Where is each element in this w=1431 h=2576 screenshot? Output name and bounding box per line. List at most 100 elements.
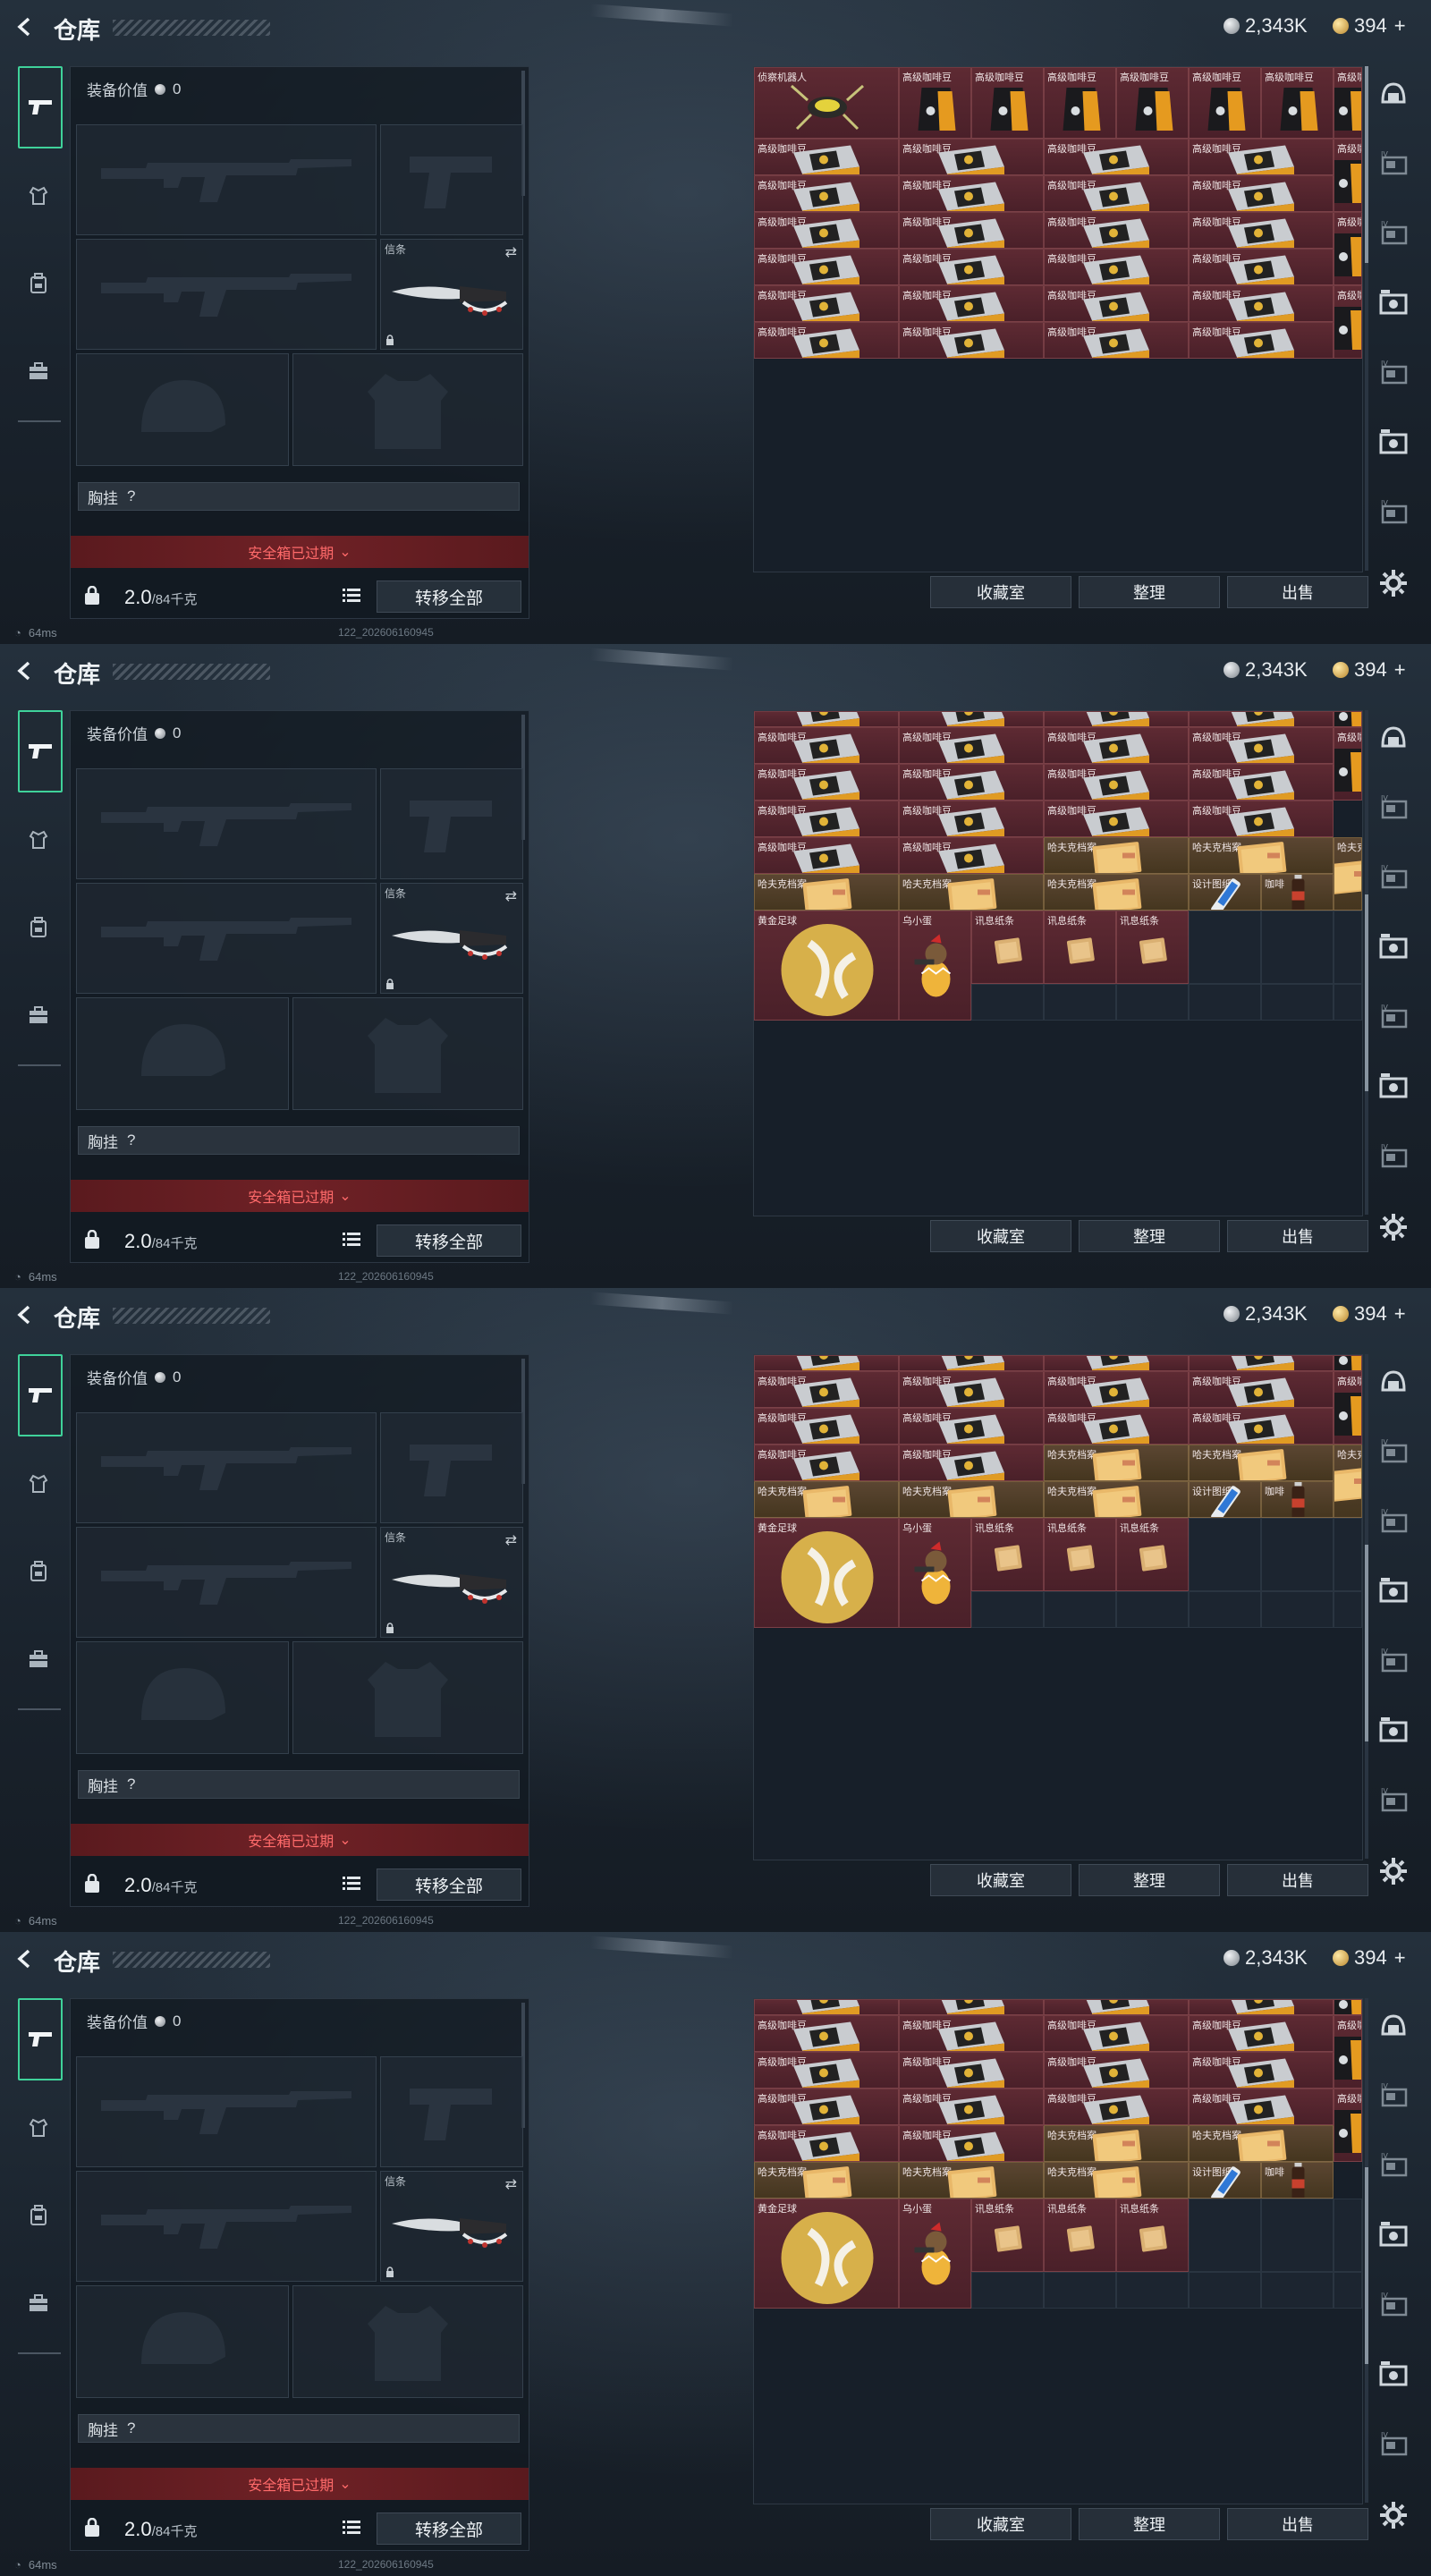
scroll-thumb[interactable] xyxy=(1365,894,1368,1091)
knife-slot[interactable]: 信条 ⇄ xyxy=(380,239,523,350)
inventory-item[interactable]: 哈夫克档案 xyxy=(754,874,899,911)
add-currency-icon[interactable]: + xyxy=(1394,658,1406,682)
inventory-item[interactable] xyxy=(1044,711,1189,727)
inventory-item[interactable]: 高级咖啡豆 xyxy=(899,2052,1044,2089)
inventory-item[interactable]: 高级咖啡豆 xyxy=(1189,67,1261,139)
inventory-item[interactable]: 乌小蛋 xyxy=(899,911,971,1021)
tab-backpack[interactable] xyxy=(18,263,59,304)
empty-slot[interactable] xyxy=(971,984,1044,1021)
list-icon[interactable] xyxy=(343,2520,360,2536)
inventory-item[interactable]: 高级咖啡豆 xyxy=(1189,1371,1334,1408)
tab-backpack[interactable] xyxy=(18,2195,59,2236)
inventory-item[interactable]: 高级咖啡豆 xyxy=(1334,212,1362,285)
inventory-item[interactable] xyxy=(1044,1355,1189,1371)
inventory-item[interactable]: 高级咖啡豆 xyxy=(1189,285,1334,322)
inventory-item[interactable]: 高级咖啡豆 xyxy=(899,2089,1044,2125)
inventory-item[interactable]: 高级咖啡豆 xyxy=(899,2015,1044,2052)
pistol-slot[interactable] xyxy=(380,1412,523,1523)
empty-slot[interactable] xyxy=(1189,2272,1261,2309)
tab-armor[interactable] xyxy=(18,175,59,216)
help-icon[interactable]: ? xyxy=(127,1131,135,1149)
rail-tv-icon[interactable]: IV xyxy=(1376,147,1411,179)
sort-button[interactable]: 整理 xyxy=(1079,2508,1220,2540)
empty-slot[interactable] xyxy=(1261,1518,1334,1591)
tab-armor[interactable] xyxy=(18,1463,59,1504)
swap-icon[interactable]: ⇄ xyxy=(505,243,517,261)
empty-slot[interactable] xyxy=(1044,1591,1116,1628)
inventory-item[interactable] xyxy=(1044,1999,1189,2015)
inventory-item[interactable]: 哈夫克档案 xyxy=(1044,1445,1189,1481)
inventory-item[interactable] xyxy=(1189,711,1334,727)
inventory-item[interactable]: 高级咖啡豆 xyxy=(1189,175,1334,212)
rail-tv-icon[interactable]: IV xyxy=(1376,2288,1411,2320)
collection-button[interactable]: 收藏室 xyxy=(930,1220,1071,1252)
warehouse-scrollbar[interactable] xyxy=(1365,1998,1368,2503)
warehouse-scrollbar[interactable] xyxy=(1365,66,1368,571)
tab-pistol[interactable] xyxy=(18,1998,63,2080)
inventory-item[interactable]: 高级咖啡豆 xyxy=(1334,1371,1362,1445)
scroll-thumb[interactable] xyxy=(1365,1545,1368,1741)
inventory-item[interactable]: 高级咖啡豆 xyxy=(754,801,899,837)
inventory-item[interactable]: 高级咖啡豆 xyxy=(1044,67,1116,139)
transfer-all-button[interactable]: 转移全部 xyxy=(377,580,521,613)
rail-camera-icon[interactable] xyxy=(1376,2358,1411,2390)
sell-button[interactable]: 出售 xyxy=(1227,2508,1368,2540)
inventory-item[interactable]: 哈夫克档案 xyxy=(1044,874,1189,911)
inventory-item[interactable]: 讯息纸条 xyxy=(1116,1518,1189,1591)
tab-briefcase[interactable] xyxy=(18,2283,59,2324)
empty-slot[interactable] xyxy=(1189,984,1261,1021)
transfer-all-button[interactable]: 转移全部 xyxy=(377,1224,521,1257)
inventory-item[interactable]: 高级咖啡豆 xyxy=(1044,212,1189,249)
inventory-item[interactable]: 哈夫克档案 xyxy=(754,1481,899,1518)
back-arrow-icon[interactable] xyxy=(13,1302,39,1329)
pistol-slot[interactable] xyxy=(380,2056,523,2167)
inventory-item[interactable]: 高级咖啡豆 xyxy=(1044,1408,1189,1445)
empty-slot[interactable] xyxy=(1334,911,1362,984)
collection-button[interactable]: 收藏室 xyxy=(930,1864,1071,1896)
empty-slot[interactable] xyxy=(1334,2199,1362,2272)
inventory-item[interactable]: 高级咖啡豆 xyxy=(1334,139,1362,212)
inventory-item[interactable]: 高级咖啡豆 xyxy=(899,212,1044,249)
inventory-item[interactable]: 乌小蛋 xyxy=(899,1518,971,1628)
chest-rig-row[interactable]: 胸挂 ? xyxy=(78,2414,520,2443)
empty-slot[interactable] xyxy=(1189,1591,1261,1628)
inventory-item[interactable]: 高级咖啡豆 xyxy=(899,1408,1044,1445)
tab-pistol[interactable] xyxy=(18,710,63,792)
gold-currency[interactable]: 394 + xyxy=(1333,14,1406,38)
inventory-item[interactable] xyxy=(754,1355,899,1371)
rail-camera-icon[interactable] xyxy=(1376,1574,1411,1606)
help-icon[interactable]: ? xyxy=(127,1775,135,1793)
helmet-slot[interactable] xyxy=(76,997,289,1110)
transfer-all-button[interactable]: 转移全部 xyxy=(377,2512,521,2545)
inventory-item[interactable]: 高级咖啡豆 xyxy=(1044,801,1189,837)
inventory-item[interactable]: 高级咖啡豆 xyxy=(754,1408,899,1445)
inventory-item[interactable]: 高级咖啡豆 xyxy=(1334,727,1362,801)
inventory-item[interactable] xyxy=(754,1999,899,2015)
empty-slot[interactable] xyxy=(1116,2272,1189,2309)
inventory-item[interactable]: 哈夫克档案 xyxy=(1189,1445,1334,1481)
inventory-item[interactable]: 高级咖啡豆 xyxy=(754,212,899,249)
inventory-item[interactable]: 高级咖啡豆 xyxy=(899,801,1044,837)
empty-slot[interactable] xyxy=(971,2272,1044,2309)
inventory-item[interactable]: 高级咖啡豆 xyxy=(754,285,899,322)
inventory-item[interactable]: 高级咖啡豆 xyxy=(754,1445,899,1481)
inventory-item[interactable]: 高级咖啡豆 xyxy=(1189,2052,1334,2089)
inventory-item[interactable]: 咖啡 xyxy=(1261,1481,1334,1518)
inventory-item[interactable]: 哈夫克档案 xyxy=(899,874,1044,911)
inventory-item[interactable]: 高级咖啡豆 xyxy=(1116,67,1189,139)
inventory-item[interactable]: 高级咖啡豆 xyxy=(1044,2089,1189,2125)
rail-camera-icon[interactable] xyxy=(1376,2218,1411,2250)
helmet-slot[interactable] xyxy=(76,1641,289,1754)
inventory-item[interactable] xyxy=(1334,1355,1362,1371)
tab-armor[interactable] xyxy=(18,819,59,860)
inventory-item[interactable]: 高级咖啡豆 xyxy=(754,764,899,801)
rail-tv-icon[interactable]: IV xyxy=(1376,1140,1411,1172)
list-icon[interactable] xyxy=(343,1876,360,1892)
inventory-item[interactable]: 哈夫克档案 xyxy=(1189,837,1334,874)
list-icon[interactable] xyxy=(343,1232,360,1248)
rail-tv-icon[interactable]: IV xyxy=(1376,216,1411,249)
inventory-item[interactable]: 设计图纸 xyxy=(1189,2162,1261,2199)
rail-tv-icon[interactable]: IV xyxy=(1376,2079,1411,2111)
gear-icon[interactable] xyxy=(1377,2499,1410,2531)
empty-slot[interactable] xyxy=(1334,1591,1362,1628)
